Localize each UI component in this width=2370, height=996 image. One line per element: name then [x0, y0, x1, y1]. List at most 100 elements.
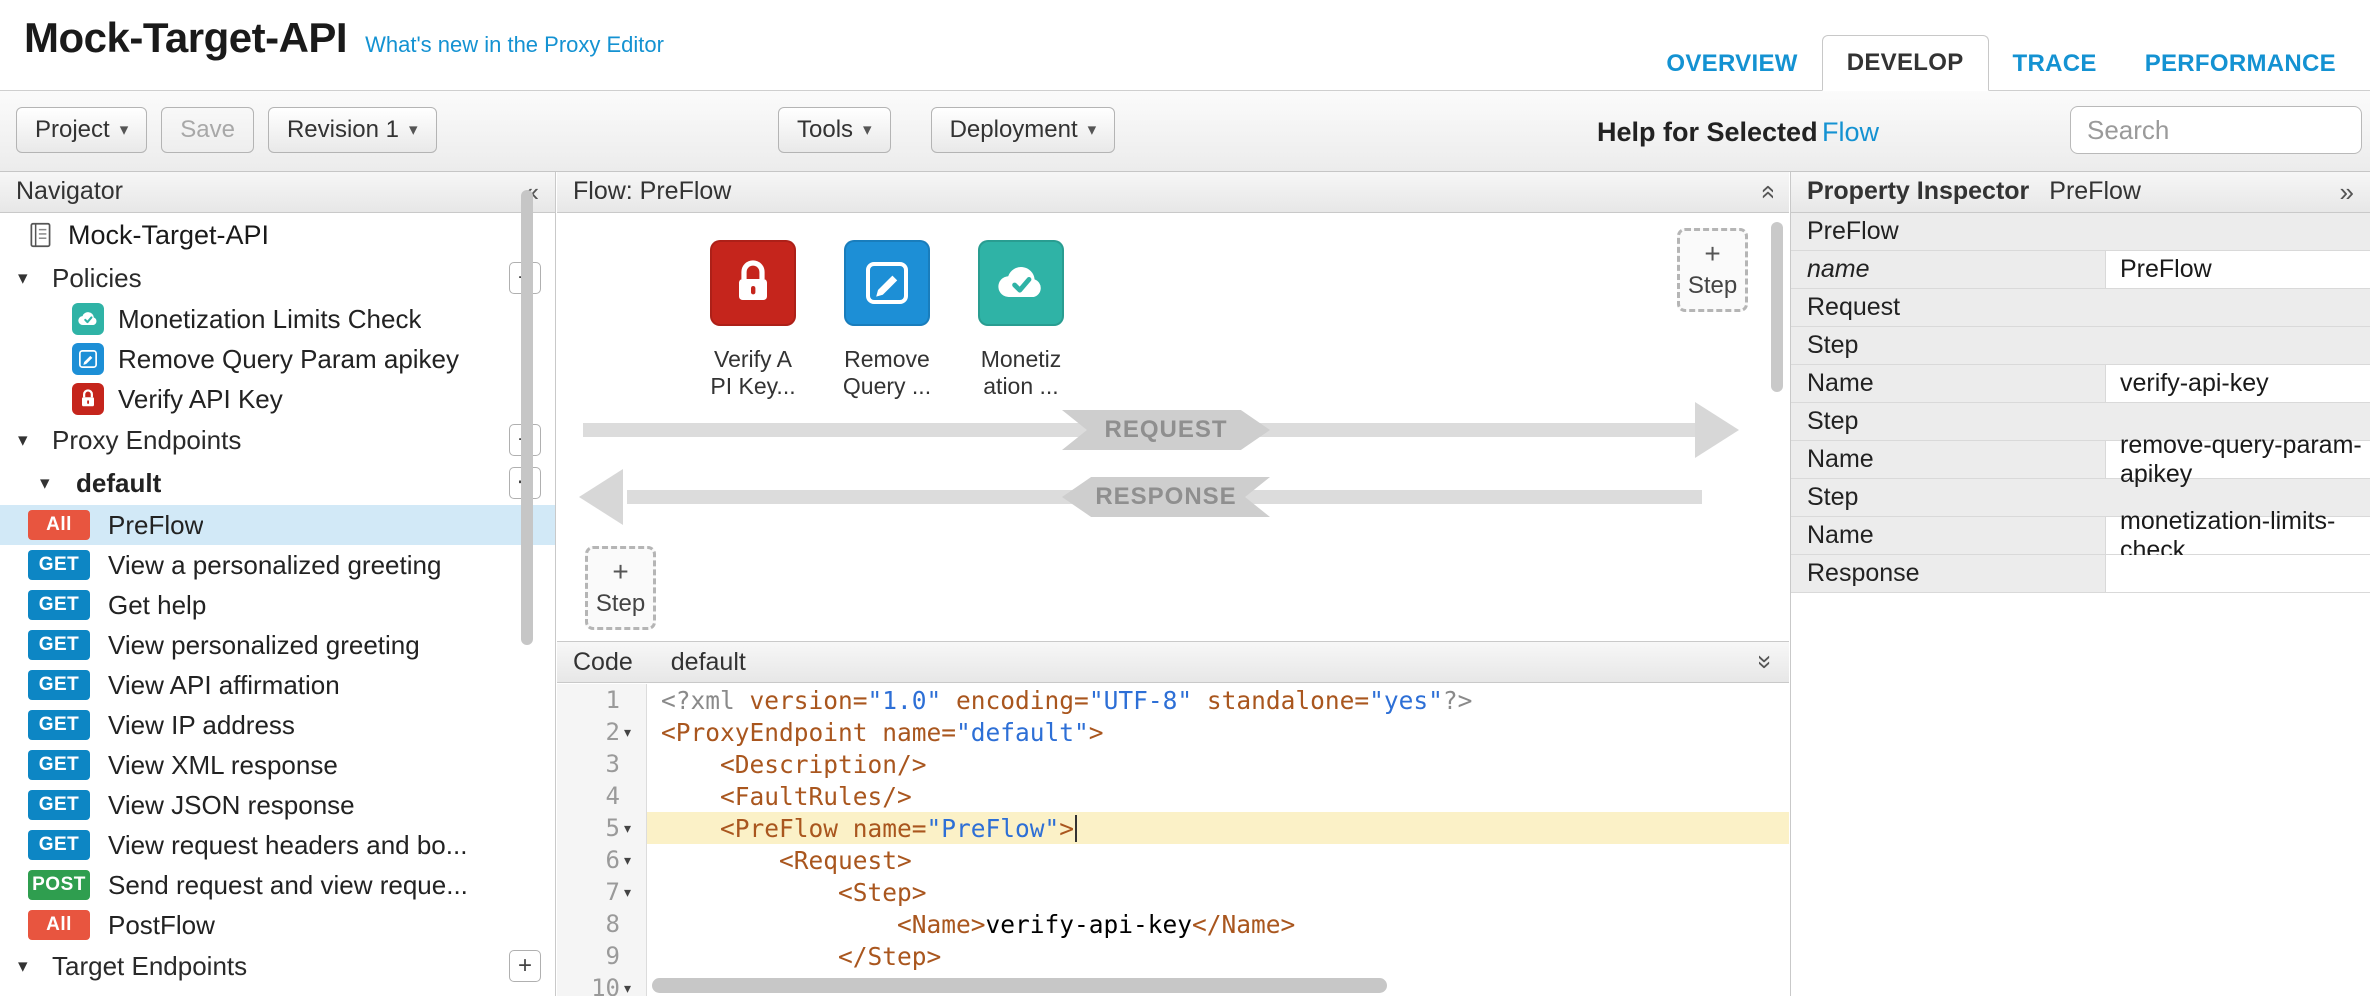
flow-scrollbar[interactable] — [1771, 222, 1783, 392]
field-value[interactable]: verify-api-key — [2106, 365, 2370, 402]
flow-item-preflow[interactable]: AllPreFlow — [0, 505, 555, 545]
deployment-menu-button[interactable]: Deployment ▾ — [931, 107, 1116, 153]
line-number: 8 — [606, 910, 620, 938]
section-label: PreFlow — [1807, 217, 1899, 246]
line-number: 1 — [606, 686, 620, 714]
policy-name: Verify API Key — [118, 384, 283, 415]
code-line-7[interactable]: 7▾ <Step> — [557, 876, 1789, 908]
flow-step-remove-query[interactable]: RemoveQuery ... — [832, 240, 942, 400]
tab-develop[interactable]: DEVELOP — [1822, 35, 1989, 91]
code-text[interactable]: <Description/> — [647, 748, 1789, 780]
policy-item-verify-api-key[interactable]: Verify API Key — [0, 379, 555, 419]
project-menu-button[interactable]: Project ▾ — [16, 107, 147, 153]
tree-expand-icon[interactable]: ▾ — [18, 429, 44, 452]
code-horizontal-scrollbar[interactable] — [652, 978, 1387, 993]
field-key: Response — [1791, 555, 2106, 592]
tools-menu-button[interactable]: Tools ▾ — [778, 107, 891, 153]
code-line-8[interactable]: 8 <Name>verify-api-key</Name> — [557, 908, 1789, 940]
fold-caret-icon[interactable]: ▾ — [624, 820, 640, 837]
code-editor[interactable]: 1 <?xml version="1.0" encoding="UTF-8" st… — [557, 684, 1789, 996]
api-proxy-icon — [26, 220, 56, 250]
flow-item-postflow[interactable]: AllPostFlow — [0, 905, 555, 945]
code-line-4[interactable]: 4 <FaultRules/> — [557, 780, 1789, 812]
tree-expand-icon[interactable]: ▾ — [40, 472, 66, 495]
help-flow-link[interactable]: Flow — [1822, 117, 1879, 148]
field-key: Name — [1791, 365, 2106, 402]
method-badge: GET — [28, 830, 90, 860]
flow-item-view-json-response[interactable]: GETView JSON response — [0, 785, 555, 825]
line-number: 9 — [606, 942, 620, 970]
code-panel-title: Code — [573, 648, 633, 677]
navigator-panel: Navigator « Mock-Target-API ▾ Policies +… — [0, 171, 556, 996]
code-line-1[interactable]: 1 <?xml version="1.0" encoding="UTF-8" st… — [557, 684, 1789, 716]
collapse-flow-panel-icon[interactable]: » — [1753, 184, 1779, 198]
text-cursor — [1075, 815, 1077, 842]
collapse-code-panel-icon[interactable]: » — [1753, 655, 1779, 669]
flow-step-monetiz-ation[interactable]: Monetization ... — [966, 240, 1076, 400]
fold-caret-icon[interactable]: ▾ — [624, 852, 640, 869]
policy-item-remove-query-param-apikey[interactable]: Remove Query Param apikey — [0, 339, 555, 379]
section-target-endpoints[interactable]: ▾ Target Endpoints + — [0, 945, 555, 987]
flow-item-view-personalized-greeting[interactable]: GETView personalized greeting — [0, 625, 555, 665]
tree-expand-icon[interactable]: ▾ — [18, 955, 44, 978]
fold-caret-icon[interactable]: ▾ — [624, 884, 640, 901]
field-value[interactable]: PreFlow — [2106, 251, 2370, 288]
navigator-scrollbar[interactable] — [521, 190, 533, 645]
code-line-5[interactable]: 5▾ <PreFlow name="PreFlow"> — [557, 812, 1789, 844]
code-text[interactable]: <ProxyEndpoint name="default"> — [647, 716, 1789, 748]
revision-menu-button[interactable]: Revision 1 ▾ — [268, 107, 437, 153]
code-text[interactable]: <?xml version="1.0" encoding="UTF-8" sta… — [647, 684, 1789, 716]
whats-new-link[interactable]: What's new in the Proxy Editor — [365, 32, 664, 58]
tree-expand-icon[interactable]: ▾ — [18, 267, 44, 290]
endpoint-group-default[interactable]: ▾ default + — [0, 461, 555, 505]
flow-item-view-xml-response[interactable]: GETView XML response — [0, 745, 555, 785]
code-line-9[interactable]: 9 </Step> — [557, 940, 1789, 972]
flow-item-get-help[interactable]: GETGet help — [0, 585, 555, 625]
add-step-response-button[interactable]: + Step — [585, 546, 656, 630]
policy-item-monetization-limits-check[interactable]: Monetization Limits Check — [0, 299, 555, 339]
search-input[interactable] — [2070, 106, 2362, 154]
field-value[interactable]: remove-query-param-apikey — [2106, 441, 2370, 478]
flow-step-verify-a-pi-key[interactable]: Verify API Key... — [698, 240, 808, 400]
line-gutter: 2▾ — [557, 716, 647, 748]
section-policies[interactable]: ▾ Policies + — [0, 257, 555, 299]
line-number: 3 — [606, 750, 620, 778]
code-line-2[interactable]: 2▾<ProxyEndpoint name="default"> — [557, 716, 1789, 748]
method-badge: GET — [28, 750, 90, 780]
flow-item-view-request-headers-and-bo[interactable]: GETView request headers and bo... — [0, 825, 555, 865]
tab-overview[interactable]: OVERVIEW — [1642, 37, 1821, 91]
flow-item-view-ip-address[interactable]: GETView IP address — [0, 705, 555, 745]
tab-trace[interactable]: TRACE — [1989, 37, 2121, 91]
save-button[interactable]: Save — [161, 107, 254, 153]
tab-performance[interactable]: PERFORMANCE — [2121, 37, 2360, 91]
code-text[interactable]: <FaultRules/> — [647, 780, 1789, 812]
field-value[interactable]: monetization-limits-check — [2106, 517, 2370, 554]
nav-root-item[interactable]: Mock-Target-API — [0, 213, 555, 257]
add-step-request-button[interactable]: + Step — [1677, 228, 1748, 312]
field-value[interactable] — [2106, 555, 2370, 592]
fold-caret-icon[interactable]: ▾ — [624, 724, 640, 741]
field-key: Name — [1791, 441, 2106, 478]
code-line-6[interactable]: 6▾ <Request> — [557, 844, 1789, 876]
flow-item-view-api-affirmation[interactable]: GETView API affirmation — [0, 665, 555, 705]
project-menu-label: Project — [35, 116, 110, 144]
flow-item-send-request-and-view-reque[interactable]: POSTSend request and view reque... — [0, 865, 555, 905]
code-text[interactable]: <Step> — [647, 876, 1789, 908]
flow-name: View IP address — [108, 710, 295, 741]
inspector-field-name-verify-api-key: Nameverify-api-key — [1791, 365, 2370, 403]
section-label: Step — [1807, 483, 1858, 512]
line-number: 2 — [606, 718, 620, 746]
code-text[interactable]: <Request> — [647, 844, 1789, 876]
expand-panel-icon[interactable]: » — [2340, 179, 2354, 205]
inspector-field-response: Response — [1791, 555, 2370, 593]
line-number: 10 — [591, 974, 620, 996]
flow-item-view-a-personalized-greeting[interactable]: GETView a personalized greeting — [0, 545, 555, 585]
help-for-selected-label: Help for Selected — [1597, 117, 1818, 148]
fold-caret-icon[interactable]: ▾ — [624, 980, 640, 996]
code-line-3[interactable]: 3 <Description/> — [557, 748, 1789, 780]
section-proxy-endpoints[interactable]: ▾ Proxy Endpoints + — [0, 419, 555, 461]
add-target-endpoint-button[interactable]: + — [509, 950, 541, 982]
code-text[interactable]: </Step> — [647, 940, 1789, 972]
code-text[interactable]: <PreFlow name="PreFlow"> — [647, 812, 1789, 844]
code-text[interactable]: <Name>verify-api-key</Name> — [647, 908, 1789, 940]
